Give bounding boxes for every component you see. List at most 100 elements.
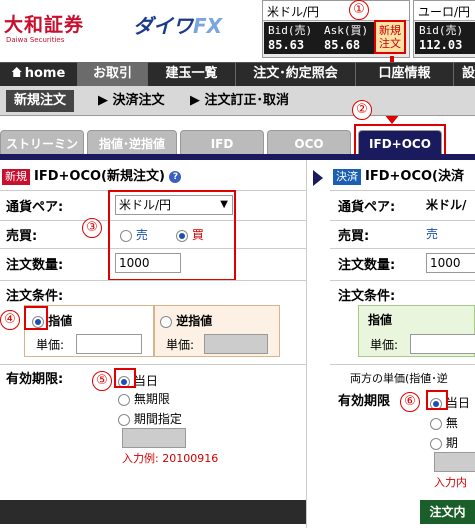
annotation-box-4	[24, 306, 48, 330]
confirm-button[interactable]: 注文内	[420, 500, 475, 524]
bid-label-2: Bid(売)	[419, 24, 464, 37]
annotation-5: ⑤	[92, 371, 112, 391]
r-today-label: 当日	[445, 396, 470, 410]
bid-usdjpy[interactable]: Bid(売) 85.63	[264, 22, 320, 54]
r-pair-label: 通貨ペア:	[338, 200, 396, 215]
pair-label: 通貨ペア:	[6, 200, 64, 215]
r-qty-input[interactable]: 1000	[426, 253, 475, 273]
help-icon[interactable]: ?	[169, 170, 182, 183]
divider	[0, 280, 306, 281]
nav-home[interactable]: home	[0, 62, 78, 86]
subnav-settle-label: 決済注文	[112, 93, 165, 108]
radio-icon	[118, 413, 130, 426]
annotation-box-5	[114, 368, 136, 388]
divider	[330, 220, 475, 221]
daiwa-logo-sub: Daiwa Securities	[6, 36, 65, 44]
annotation-box-3	[108, 190, 236, 281]
annotation-3: ③	[82, 218, 102, 238]
nav-home-label: home	[24, 66, 66, 81]
triangle-right-icon	[313, 170, 323, 186]
r-price-input[interactable]	[410, 334, 475, 354]
r-date-spec-label: 期	[445, 436, 458, 450]
bid-price-2: 112.03	[419, 38, 463, 52]
tab-limit-stop[interactable]: 指値･逆指値	[87, 130, 177, 156]
divider	[330, 280, 475, 281]
triangle-right-icon: ▶	[98, 93, 113, 108]
bid-label: Bid(売)	[268, 24, 313, 37]
subnav-new-order[interactable]: 新規注文	[6, 90, 75, 112]
tab-streaming[interactable]: ストリーミング	[0, 130, 84, 177]
quote-pair-2: ユーロ/円	[414, 1, 475, 21]
daiwa-fx-logo: ダイワFX	[133, 10, 222, 39]
nav-positions[interactable]: 建玉一覧	[148, 62, 236, 86]
annotation-1: ①	[349, 0, 369, 20]
quote-pair: 米ドル/円	[263, 1, 409, 21]
r-unlimited-label: 無	[445, 416, 458, 430]
r-date-input[interactable]	[434, 452, 475, 472]
r-limit-label: 指値	[368, 313, 393, 327]
side-label: 売買:	[6, 229, 38, 244]
stop-price-input[interactable]	[204, 334, 268, 354]
r-side-value: 売	[426, 227, 439, 241]
radio-icon	[160, 315, 172, 328]
annotation-box-6	[426, 390, 448, 410]
tab-oco[interactable]: OCO	[267, 130, 351, 156]
r-expiry-label: 有効期限	[338, 394, 391, 409]
cond-label: 注文条件:	[6, 289, 64, 304]
stop-radio[interactable]: 逆指値	[160, 312, 212, 329]
triangle-right-icon: ▶	[190, 93, 205, 108]
ask-usdjpy[interactable]: Ask(買) 85.68	[320, 22, 376, 54]
panel-gap	[306, 160, 328, 528]
left-panel-title: 新規 IFD+OCO(新規注文) ?	[2, 166, 182, 188]
subnav-modify-label: 注文訂正･取消	[204, 93, 290, 108]
home-icon	[11, 67, 22, 77]
r-both-note: 両方の単価(指値･逆	[350, 372, 448, 385]
r-cond-label: 注文条件:	[338, 289, 396, 304]
unlimited-label: 無期限	[133, 392, 170, 406]
subnav-modify-cancel[interactable]: ▶ 注文訂正･取消	[190, 90, 289, 112]
expiry-label: 有効期限:	[6, 372, 64, 387]
r-pair-value: 米ドル/	[426, 198, 467, 212]
left-bottom-bar	[0, 500, 306, 524]
divider	[0, 364, 306, 365]
date-example: 入力例: 20100916	[122, 452, 219, 465]
stop-label: 逆指値	[176, 314, 213, 328]
radio-icon	[430, 417, 442, 430]
unlimited-radio[interactable]: 無期限	[118, 390, 170, 407]
limit-price-label: 単価:	[36, 338, 65, 352]
tab-ifd[interactable]: IFD	[180, 130, 264, 156]
limit-price-input[interactable]	[76, 334, 142, 354]
settle-badge: 決済	[333, 169, 361, 185]
logo-fx-suffix: FX	[193, 14, 223, 38]
stop-price-label: 単価:	[166, 338, 195, 352]
r-side-label: 売買:	[338, 229, 370, 244]
bid-eurjpy[interactable]: Bid(売) 112.03	[415, 22, 475, 54]
divider	[330, 364, 475, 365]
bid-price: 85.63	[268, 38, 305, 52]
logo-fx-prefix: ダイワ	[133, 14, 193, 38]
divider	[330, 190, 475, 191]
limit-label: 指値	[48, 314, 73, 328]
ask-price: 85.68	[324, 38, 361, 52]
subnav-settle-order[interactable]: ▶ 決済注文	[98, 90, 165, 112]
daiwa-logo: 大和証券	[4, 14, 85, 36]
date-spec-radio[interactable]: 期間指定	[118, 410, 182, 427]
annotation-2: ②	[352, 100, 372, 120]
annotation-6: ⑥	[400, 392, 420, 412]
new-order-button[interactable]: 新規注文	[374, 20, 406, 54]
r-unlimited-radio[interactable]: 無	[430, 414, 458, 431]
qty-label: 注文数量:	[6, 258, 64, 273]
r-qty-label: 注文数量:	[338, 258, 396, 273]
new-badge: 新規	[2, 169, 30, 185]
date-input[interactable]	[122, 428, 186, 448]
tab-underline	[0, 154, 475, 160]
nav-settings[interactable]: 設	[454, 62, 475, 86]
date-spec-label: 期間指定	[133, 412, 182, 426]
r-date-spec-radio[interactable]: 期	[430, 434, 458, 451]
nav-orders[interactable]: 注文･約定照会	[236, 62, 356, 86]
r-date-example: 入力内	[434, 476, 467, 489]
ask-label: Ask(買)	[324, 24, 369, 37]
divider	[330, 248, 475, 249]
nav-trade[interactable]: お取引	[78, 62, 148, 86]
nav-account[interactable]: 口座情報	[356, 62, 454, 86]
